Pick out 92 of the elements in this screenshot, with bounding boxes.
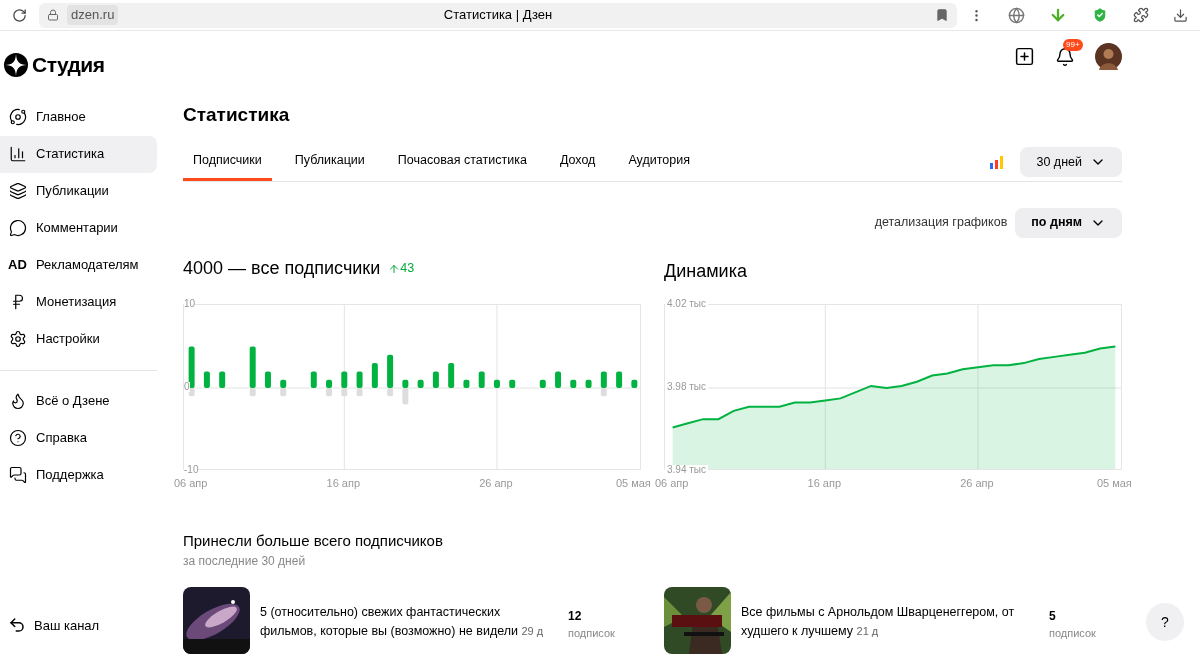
tab[interactable]: Публикации (284, 143, 375, 181)
count-unit: подписок (568, 626, 615, 641)
axis-label: 16 апр (326, 477, 361, 489)
axis-label: 26 апр (960, 477, 994, 489)
tab[interactable]: Доход (549, 143, 606, 181)
axis-label: 0 (184, 381, 190, 392)
axis-label: 06 апр (654, 477, 689, 489)
lock-icon (47, 9, 59, 21)
bar-chart-icon (8, 145, 28, 163)
bar (631, 379, 638, 388)
axis-label: 06 апр (173, 477, 208, 489)
section-title: Принесли больше всего подписчиков (183, 530, 444, 551)
sidebar-item[interactable]: Справка (0, 419, 157, 457)
back-arrow-icon (8, 616, 26, 635)
bar (371, 362, 378, 388)
bar (585, 379, 592, 388)
bar (463, 379, 470, 388)
bar (616, 370, 623, 388)
axis-label: 3.98 тыс (665, 381, 708, 392)
bar (417, 379, 424, 388)
logo-text: Студия (32, 52, 105, 78)
sidebar-item[interactable]: Настройки (0, 320, 157, 358)
address-bar[interactable]: dzen.ru Статистика | Дзен (39, 2, 957, 28)
extension-icon[interactable] (1133, 7, 1149, 23)
count-unit: подписок (1049, 626, 1096, 641)
sidebar-item[interactable]: Монетизация (0, 283, 157, 321)
axis-label: -10 (184, 464, 199, 475)
axis-label: 10 (184, 298, 196, 309)
axis-label: 16 апр (807, 477, 842, 489)
detail-label: детализация графиков (874, 214, 1008, 232)
detail-select[interactable]: по дням (1015, 207, 1122, 238)
axis-label: 4.02 тыс (665, 298, 708, 309)
bar (310, 370, 317, 388)
sidebar-item[interactable]: Всё о Дзене (0, 382, 157, 420)
help-icon (8, 429, 28, 447)
period-select[interactable]: 30 дней (1020, 147, 1122, 177)
axis-label: 26 апр (479, 477, 513, 489)
add-icon[interactable] (1014, 46, 1035, 67)
sidebar-item[interactable]: Комментарии (0, 209, 157, 247)
bar-chart-icon (990, 155, 1005, 169)
axis-label: 3.94 тыс (665, 464, 708, 475)
tab[interactable]: Аудитория (618, 143, 700, 181)
up-arrow-icon (388, 262, 401, 275)
sidebar-item[interactable]: Статистика (0, 135, 157, 173)
reload-icon[interactable] (12, 7, 27, 23)
notification-badge: 99+ (1063, 38, 1083, 51)
bar (570, 379, 577, 388)
sidebar-item[interactable]: Главное (0, 98, 157, 136)
speech-bubble-icon (8, 219, 28, 237)
sidebar-item[interactable]: AD Рекламодателям (0, 246, 157, 284)
download-icon[interactable] (1173, 7, 1188, 23)
sidebar-item[interactable]: Поддержка (0, 456, 157, 494)
bar (509, 379, 516, 388)
settings-icon (8, 330, 28, 348)
your-channel-link[interactable]: Ваш канал (0, 615, 157, 635)
bar (203, 370, 210, 388)
chart-title: 4000 — все подписчики (183, 257, 381, 280)
url-text: dzen.ru (67, 5, 119, 25)
shield-icon[interactable] (1091, 6, 1109, 24)
axis-label: 05 мая (1096, 477, 1132, 489)
notifications-icon[interactable] (1055, 46, 1075, 67)
subscriber-count: 12 (568, 608, 583, 625)
page-title: Статистика | Дзен (443, 6, 553, 25)
bar (432, 370, 439, 388)
publication-title[interactable]: Все фильмы с Арнольдом Шварценеггером, от худшего к лучшему 21 д (741, 587, 1031, 641)
bar (478, 370, 485, 388)
section-subtitle: за последние 30 дней (183, 553, 307, 570)
ad-icon: AD (8, 255, 28, 275)
tab[interactable]: Почасовая статистика (387, 143, 537, 181)
bar (493, 379, 500, 388)
subscriber-count: 5 (1049, 608, 1057, 625)
publication-title[interactable]: 5 (относительно) свежих фантастических фильмов, которые вы (возможно) не видели 29 д (260, 587, 550, 641)
download-arrow-icon[interactable] (1049, 6, 1067, 24)
planet-icon (8, 108, 28, 126)
chat-icon (8, 466, 28, 484)
tab[interactable]: Подписчики (183, 143, 272, 181)
logo-icon (4, 52, 28, 77)
globe-icon[interactable] (1008, 6, 1025, 24)
sidebar-item[interactable]: Публикации (0, 172, 157, 210)
bookmark-icon[interactable] (935, 8, 949, 22)
chart-title: Динамика (664, 259, 748, 280)
bar (555, 370, 562, 388)
avatar[interactable] (1095, 43, 1122, 70)
help-button[interactable]: ? (1146, 603, 1184, 641)
bar (448, 362, 455, 388)
bar (264, 370, 271, 388)
growth-value: 43 (388, 259, 415, 278)
page-heading: Статистика (183, 103, 291, 127)
axis-label: 05 мая (615, 477, 651, 489)
bar (219, 370, 226, 388)
bar (539, 379, 546, 388)
stack-icon (8, 182, 28, 200)
